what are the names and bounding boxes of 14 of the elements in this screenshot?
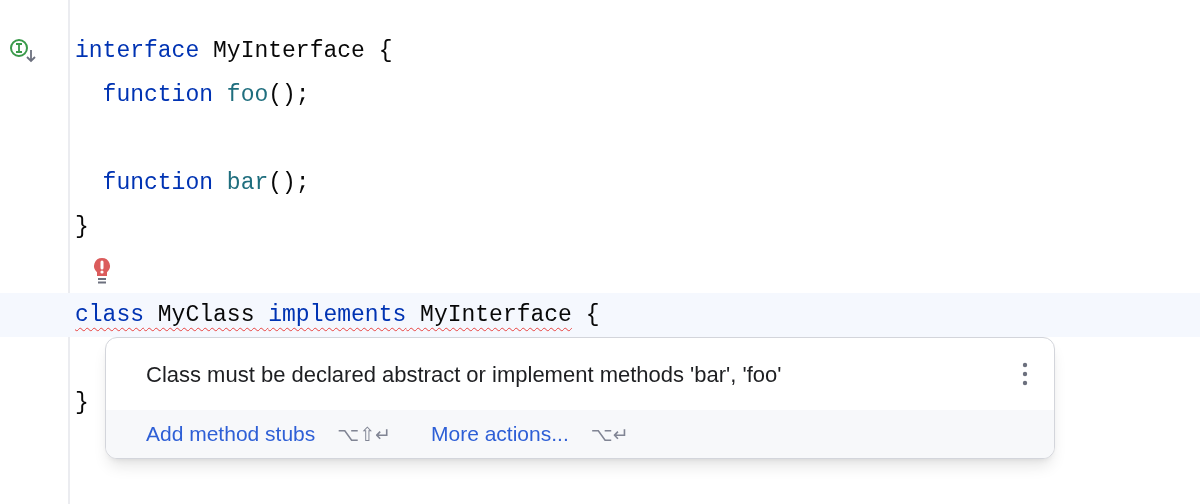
code-line: function bar(); <box>101 168 310 198</box>
code-line: } <box>75 388 89 418</box>
action-link[interactable]: More actions... <box>431 418 569 450</box>
code-line: function foo(); <box>101 80 310 110</box>
error-message: Class must be declared abstract or implement methods 'bar', 'foo' <box>146 360 782 389</box>
code-line: } <box>75 212 89 242</box>
error-bulb-icon[interactable] <box>92 257 112 285</box>
code-line: class MyClass implements MyInterface { <box>75 300 600 330</box>
shortcut-hint: ⌥↵ <box>590 421 629 447</box>
implemented-interface-icon[interactable] <box>9 38 37 64</box>
code-line: interface MyInterface { <box>75 36 393 66</box>
more-options-icon[interactable] <box>1022 362 1028 386</box>
shortcut-hint: ⌥⇧↵ <box>337 421 391 447</box>
action-link[interactable]: Add method stubs <box>146 418 316 450</box>
